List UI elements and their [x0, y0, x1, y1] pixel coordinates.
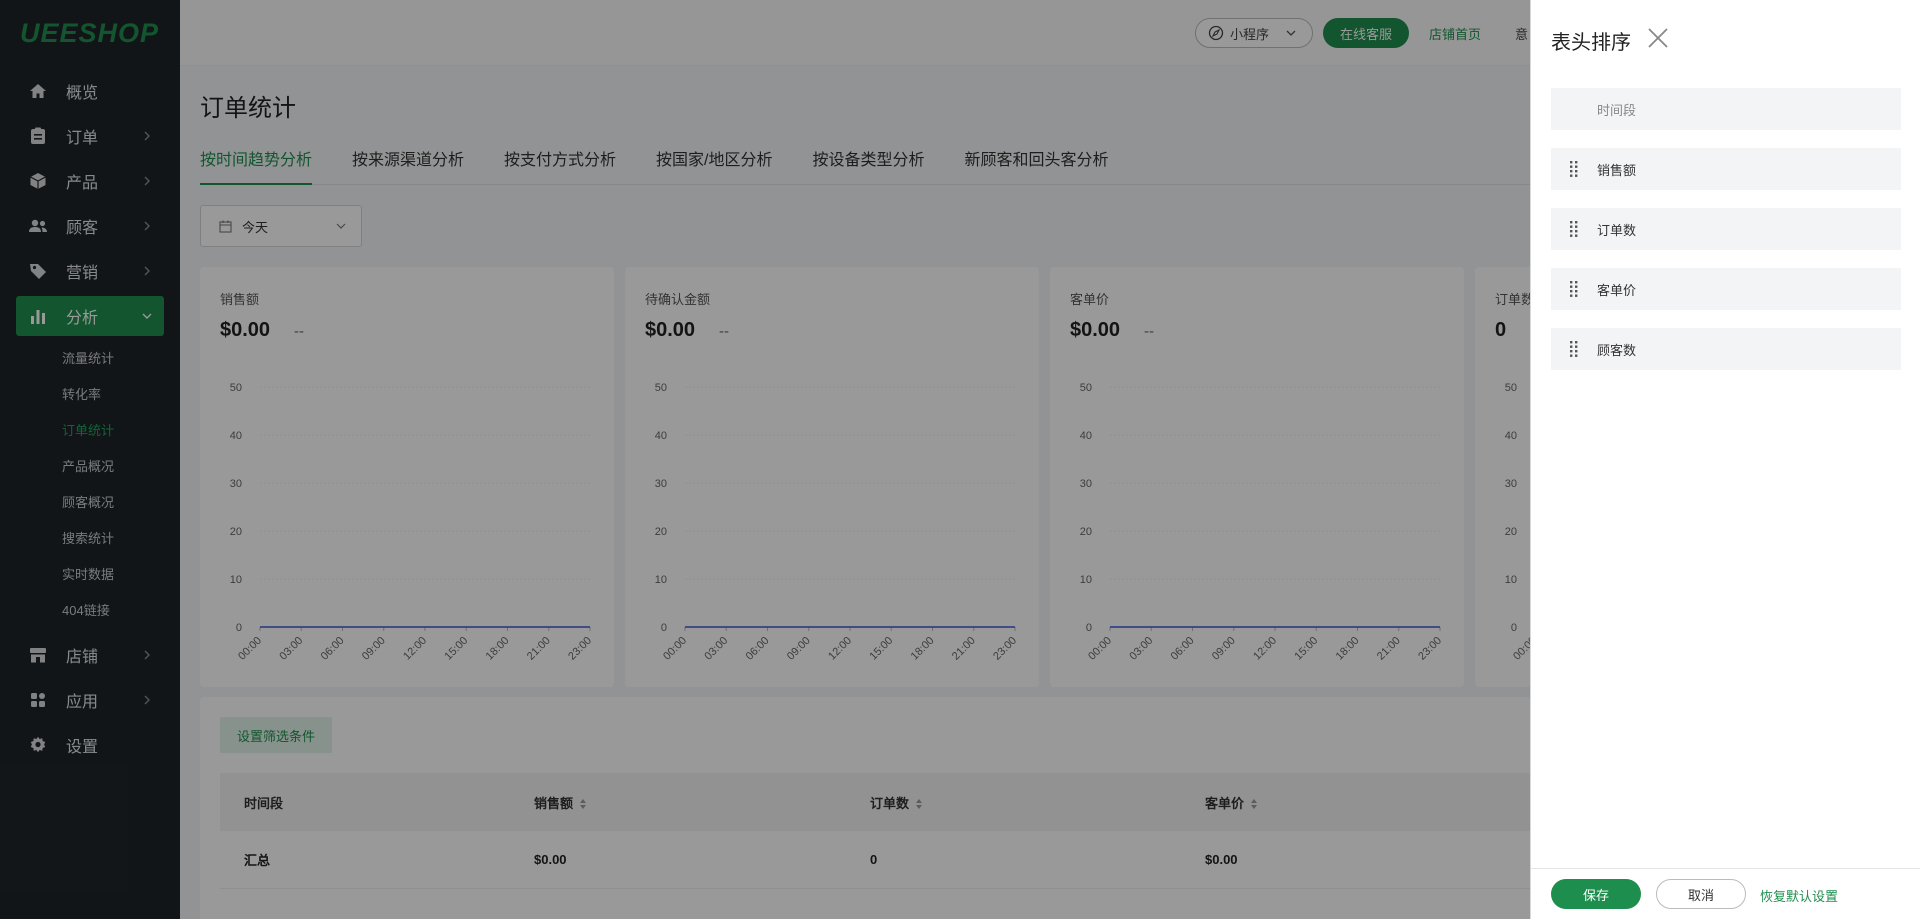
sort-item[interactable]: 客单价 [1551, 268, 1901, 310]
sort-item-fixed: 时间段 [1551, 88, 1901, 130]
modal-overlay[interactable] [0, 0, 1530, 919]
sort-item[interactable]: 订单数 [1551, 208, 1901, 250]
column-sort-drawer: 表头排序 时间段 销售额 订单数 客单价 顾客数 保存 取消 恢复默认设置 [1530, 0, 1920, 919]
sort-item-label: 销售额 [1597, 162, 1637, 178]
drawer-title: 表头排序 [1551, 32, 1631, 54]
sort-item-label: 客单价 [1597, 282, 1637, 298]
cancel-button[interactable]: 取消 [1656, 879, 1746, 909]
drawer-footer: 保存 取消 恢复默认设置 [1531, 868, 1920, 919]
sort-item-label: 顾客数 [1597, 342, 1637, 358]
drag-handle-icon[interactable] [1570, 280, 1578, 298]
sort-item-label: 时间段 [1597, 102, 1637, 118]
drag-handle-icon[interactable] [1570, 220, 1578, 238]
drag-handle-icon[interactable] [1570, 160, 1578, 178]
sort-item[interactable]: 顾客数 [1551, 328, 1901, 370]
save-button[interactable]: 保存 [1551, 879, 1641, 909]
sort-item-label: 订单数 [1597, 222, 1637, 238]
drag-handle-icon[interactable] [1570, 340, 1578, 358]
sort-item[interactable]: 销售额 [1551, 148, 1901, 190]
close-icon[interactable] [1646, 26, 1670, 50]
restore-default-link[interactable]: 恢复默认设置 [1760, 886, 1838, 905]
